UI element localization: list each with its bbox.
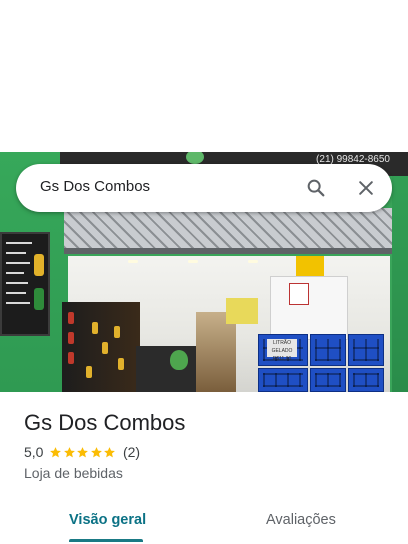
search-icon xyxy=(307,179,325,197)
search-button[interactable] xyxy=(302,174,330,202)
place-info-panel: Gs Dos Combos 5,0 (2) Loja de bebidas Vi… xyxy=(0,392,408,544)
price-sign-value: R$11,00 xyxy=(272,356,292,362)
freezer xyxy=(270,276,348,340)
star-icon xyxy=(91,446,102,457)
notice-sign xyxy=(289,283,309,305)
menu-board xyxy=(0,232,50,336)
green-wall-right xyxy=(392,152,408,392)
clear-button[interactable] xyxy=(352,174,380,202)
star-icon xyxy=(64,446,75,457)
tab-reviews[interactable]: Avaliações xyxy=(266,512,336,528)
counter xyxy=(136,346,196,392)
rating-value: 5,0 xyxy=(24,444,44,460)
star-icon xyxy=(104,446,116,457)
wall-posters xyxy=(226,298,258,324)
star-rating xyxy=(49,446,117,459)
active-tab-indicator xyxy=(69,539,143,542)
tab-overview[interactable]: Visão geral xyxy=(69,512,146,528)
star-icon xyxy=(50,446,62,457)
close-icon xyxy=(359,181,373,195)
map-blank-area xyxy=(0,0,408,152)
alien-figure xyxy=(170,350,188,370)
beer-crates: LITRÃO GELADO R$11,00 xyxy=(258,334,386,392)
review-count: (2) xyxy=(122,444,141,460)
rating-row[interactable]: 5,0 (2) xyxy=(24,444,140,460)
tab-bar: Visão geral Avaliações xyxy=(0,500,408,544)
shelf-middle xyxy=(196,312,236,392)
place-category[interactable]: Loja de bebidas xyxy=(24,465,123,481)
roller-grate xyxy=(64,208,392,254)
star-icon xyxy=(77,446,89,457)
shelf-bottles xyxy=(62,302,140,392)
price-sign-text: LITRÃO GELADO xyxy=(271,340,293,354)
place-title: Gs Dos Combos xyxy=(24,410,186,435)
yellow-box xyxy=(296,256,324,276)
price-sign: LITRÃO GELADO R$11,00 xyxy=(267,339,297,362)
search-input[interactable]: Gs Dos Combos xyxy=(40,178,150,195)
search-bar[interactable]: Gs Dos Combos xyxy=(16,164,392,212)
